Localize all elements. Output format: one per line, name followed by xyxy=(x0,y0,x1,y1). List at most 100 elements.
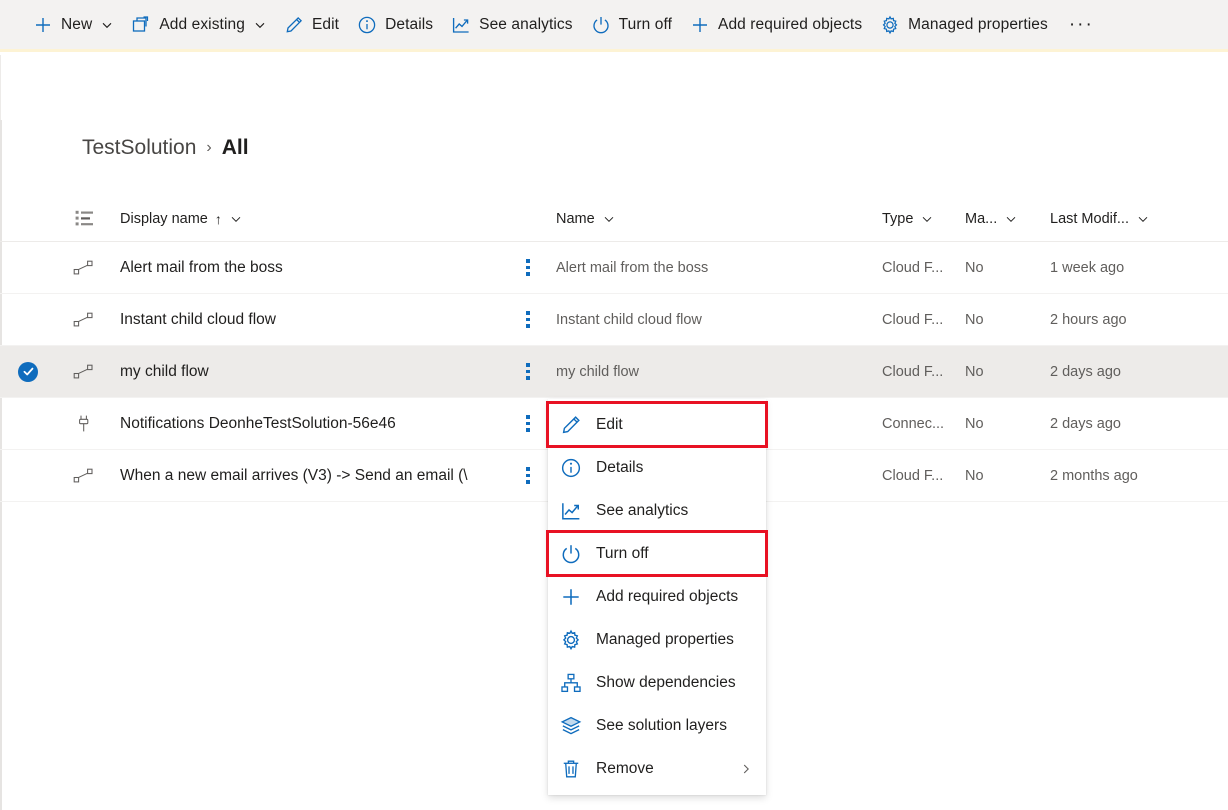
row-type: Cloud F... xyxy=(882,312,943,328)
row-display-name: Alert mail from the boss xyxy=(120,259,283,277)
layers-icon xyxy=(560,715,582,737)
command-details[interactable]: Details xyxy=(348,5,442,45)
row-checkbox-checked[interactable] xyxy=(0,346,56,397)
chevron-down-icon[interactable] xyxy=(1005,213,1017,225)
chevron-down-icon[interactable] xyxy=(921,213,933,225)
analytics-icon xyxy=(560,500,582,522)
list-view-icon xyxy=(75,210,94,227)
command-turn-off[interactable]: Turn off xyxy=(582,5,681,45)
header-managed[interactable]: Ma... xyxy=(965,196,1050,241)
header-view-toggle[interactable] xyxy=(56,196,112,241)
context-menu-item-edit[interactable]: Edit xyxy=(548,403,766,446)
header-last-modified-label: Last Modif... xyxy=(1050,211,1129,227)
command-bar: New Add existing xyxy=(0,0,1228,52)
header-type-label: Type xyxy=(882,211,913,227)
row-display-name: my child flow xyxy=(120,363,209,381)
table-row-selected[interactable]: my child flow my child flow Cloud F... N… xyxy=(0,346,1228,398)
chevron-down-icon[interactable] xyxy=(1137,213,1149,225)
info-icon xyxy=(357,15,377,35)
chevron-down-icon[interactable] xyxy=(230,213,242,225)
row-display-name: Notifications DeonheTestSolution-56e46 xyxy=(120,415,396,433)
header-name-label: Name xyxy=(556,211,595,227)
table-row[interactable]: Alert mail from the boss Alert mail from… xyxy=(0,242,1228,294)
row-kebab-menu[interactable] xyxy=(500,242,556,293)
command-new-label: New xyxy=(61,16,92,34)
sort-ascending-icon: ↑ xyxy=(215,211,222,227)
checkmark-icon xyxy=(18,362,38,382)
cloud-flow-icon xyxy=(56,346,112,397)
command-overflow-button[interactable]: ··· xyxy=(1057,5,1106,45)
context-menu-item-see-solution-layers-label: See solution layers xyxy=(596,717,727,735)
command-see-analytics-label: See analytics xyxy=(479,16,573,34)
header-kebab-cell xyxy=(500,196,556,241)
header-select-all-cell xyxy=(0,196,56,241)
pencil-icon xyxy=(284,15,304,35)
power-icon xyxy=(560,543,582,565)
context-menu-item-edit-label: Edit xyxy=(596,416,623,434)
breadcrumb-parent[interactable]: TestSolution xyxy=(82,136,196,160)
cloud-flow-icon xyxy=(56,242,112,293)
breadcrumb-current: All xyxy=(222,136,249,160)
command-details-label: Details xyxy=(385,16,433,34)
row-checkbox[interactable] xyxy=(0,242,56,293)
row-managed: No xyxy=(965,260,984,276)
command-new[interactable]: New xyxy=(24,5,122,45)
command-see-analytics[interactable]: See analytics xyxy=(442,5,582,45)
context-menu-item-remove-label: Remove xyxy=(596,760,654,778)
chevron-down-icon[interactable] xyxy=(603,213,615,225)
row-checkbox[interactable] xyxy=(0,294,56,345)
row-context-menu: Edit Details See analytics Turn off xyxy=(548,399,766,795)
chevron-right-icon xyxy=(740,763,752,775)
header-display-name[interactable]: Display name ↑ xyxy=(112,196,500,241)
header-last-modified[interactable]: Last Modif... xyxy=(1050,196,1228,241)
chevron-down-icon[interactable] xyxy=(254,19,266,31)
context-menu-item-add-required-objects[interactable]: Add required objects xyxy=(548,575,766,618)
context-menu-item-managed-properties[interactable]: Managed properties xyxy=(548,618,766,661)
analytics-icon xyxy=(451,15,471,35)
command-edit[interactable]: Edit xyxy=(275,5,348,45)
row-name: my child flow xyxy=(556,364,639,380)
breadcrumb: TestSolution › All xyxy=(82,136,249,160)
row-checkbox[interactable] xyxy=(0,450,56,501)
row-kebab-menu[interactable] xyxy=(500,294,556,345)
context-menu-item-remove[interactable]: Remove xyxy=(548,747,766,790)
row-checkbox[interactable] xyxy=(0,398,56,449)
row-managed: No xyxy=(965,468,984,484)
context-menu-item-add-required-objects-label: Add required objects xyxy=(596,588,738,606)
command-add-existing[interactable]: Add existing xyxy=(122,5,275,45)
row-display-name: Instant child cloud flow xyxy=(120,311,276,329)
row-type: Cloud F... xyxy=(882,468,943,484)
plus-icon xyxy=(33,15,53,35)
row-managed: No xyxy=(965,312,984,328)
context-menu-item-details[interactable]: Details xyxy=(548,446,766,489)
context-menu-item-see-analytics[interactable]: See analytics xyxy=(548,489,766,532)
command-managed-properties-label: Managed properties xyxy=(908,16,1048,34)
command-add-existing-label: Add existing xyxy=(159,16,245,34)
solution-objects-page: New Add existing xyxy=(0,0,1228,810)
context-menu-item-show-dependencies[interactable]: Show dependencies xyxy=(548,661,766,704)
add-existing-icon xyxy=(131,15,151,35)
command-add-required-objects[interactable]: Add required objects xyxy=(681,5,871,45)
row-name: Alert mail from the boss xyxy=(556,260,708,276)
plus-icon xyxy=(690,15,710,35)
context-menu-item-see-solution-layers[interactable]: See solution layers xyxy=(548,704,766,747)
header-type[interactable]: Type xyxy=(882,196,965,241)
context-menu-item-turn-off[interactable]: Turn off xyxy=(548,532,766,575)
header-name[interactable]: Name xyxy=(556,196,882,241)
plus-icon xyxy=(560,586,582,608)
context-menu-item-turn-off-label: Turn off xyxy=(596,545,649,563)
row-managed: No xyxy=(965,416,984,432)
chevron-down-icon[interactable] xyxy=(101,19,113,31)
table-row[interactable]: Instant child cloud flow Instant child c… xyxy=(0,294,1228,346)
row-display-name: When a new email arrives (V3) -> Send an… xyxy=(120,467,468,485)
row-last-modified: 2 months ago xyxy=(1050,468,1138,484)
context-menu-item-details-label: Details xyxy=(596,459,643,477)
row-last-modified: 2 hours ago xyxy=(1050,312,1127,328)
gear-icon xyxy=(560,629,582,651)
power-icon xyxy=(591,15,611,35)
pencil-icon xyxy=(560,414,582,436)
row-managed: No xyxy=(965,364,984,380)
connection-reference-icon xyxy=(56,398,112,449)
command-managed-properties[interactable]: Managed properties xyxy=(871,5,1057,45)
row-kebab-menu[interactable] xyxy=(500,346,556,397)
